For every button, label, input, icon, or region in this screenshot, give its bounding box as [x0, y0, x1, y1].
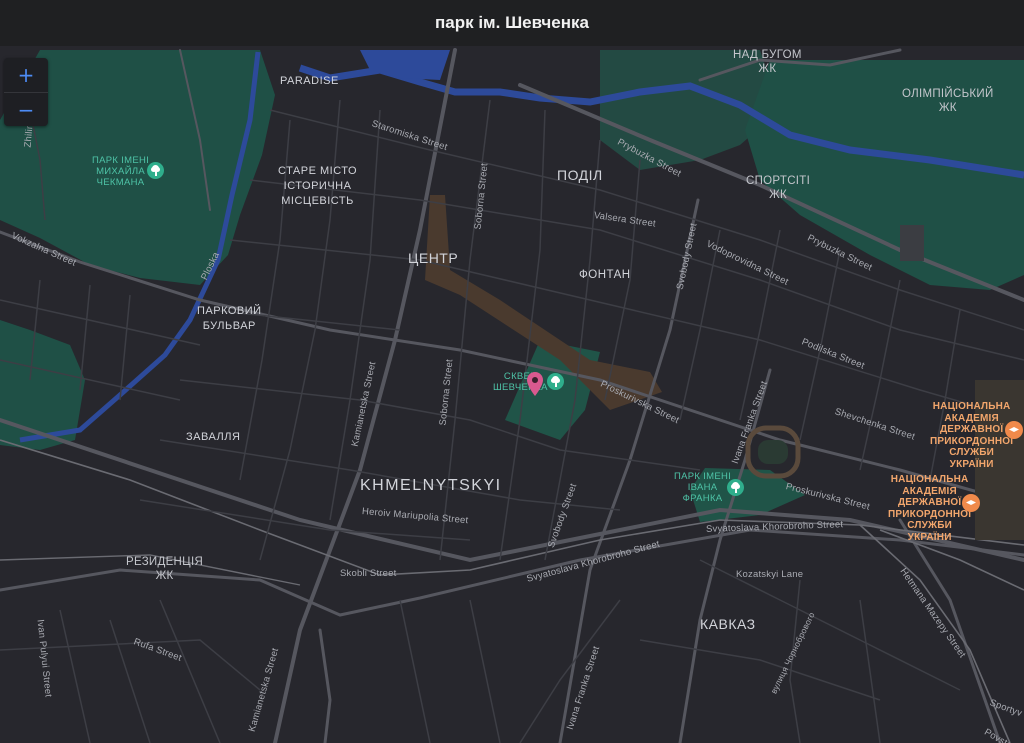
zoom-in-button[interactable]: +: [4, 58, 48, 92]
map-title-bar: парк ім. Шевченка: [0, 0, 1024, 46]
residential-label-rezydentsiia: РЕЗИДЕНЦІЯ ЖК: [126, 556, 204, 582]
street-label-skobli: Skobli Street: [340, 568, 397, 579]
district-label-parkovyi: ПАРКОВИЙ БУЛЬВАР: [197, 305, 262, 332]
tree-icon-franko: [727, 479, 744, 496]
district-label-zavallia: ЗАВАЛЛЯ: [186, 431, 241, 443]
map-canvas[interactable]: + − PARADISE ПОДІЛ СТАРЕ МІСТО ІСТОРИЧНА…: [0, 46, 1024, 743]
lake-north: [360, 50, 450, 80]
building-block: [900, 225, 924, 261]
tree-icon-shevchenko: [547, 373, 564, 390]
academy-icon-2: [962, 494, 980, 512]
district-label-khmelnytskyi: KHMELNYTSKYI: [360, 477, 502, 494]
park-label-chekman: ПАРК ІМЕНІ МИХАЙЛА ЧЕКМАНА: [92, 155, 150, 188]
district-label-paradise: PARADISE: [280, 75, 339, 87]
academy-icon-1: [1005, 421, 1023, 439]
district-label-kavkaz: КАВКАЗ: [700, 616, 756, 632]
map-graphics: [0, 48, 1024, 743]
street-label-kozatskyi: Kozatskyi Lane: [736, 569, 804, 580]
residential-label-sportsiti: СПОРТСІТІ ЖК: [746, 175, 811, 201]
zoom-out-button[interactable]: −: [4, 92, 48, 126]
academy-label-2: НАЦІОНАЛЬНА АКАДЕМІЯ ДЕРЖАВНОЇ ПРИКОРДОН…: [888, 474, 972, 543]
district-label-centre: ЦЕНТР: [408, 250, 459, 266]
district-label-fontan: ФОНТАН: [579, 269, 631, 281]
district-label-podil: ПОДІЛ: [557, 167, 603, 183]
location-pin-icon[interactable]: [527, 372, 543, 396]
residential-label-nad-buhom: НАД БУГОМ ЖК: [733, 49, 802, 75]
page-title: парк ім. Шевченка: [435, 13, 589, 32]
academy-label-1: НАЦІОНАЛЬНА АКАДЕМІЯ ДЕРЖАВНОЇ ПРИКОРДОН…: [930, 401, 1014, 470]
stadium: [745, 425, 801, 479]
residential-label-olimpiiskyi: ОЛІМПІЙСЬКИЙ ЖК: [902, 88, 994, 114]
park-label-franko: ПАРК ІМЕНІ ІВАНА ФРАНКА: [674, 471, 732, 504]
tree-icon-chekman: [147, 162, 164, 179]
zoom-control: + −: [4, 58, 48, 126]
district-label-old-town: СТАРЕ МІСТО ІСТОРИЧНА МІСЦЕВІСТЬ: [278, 165, 358, 207]
